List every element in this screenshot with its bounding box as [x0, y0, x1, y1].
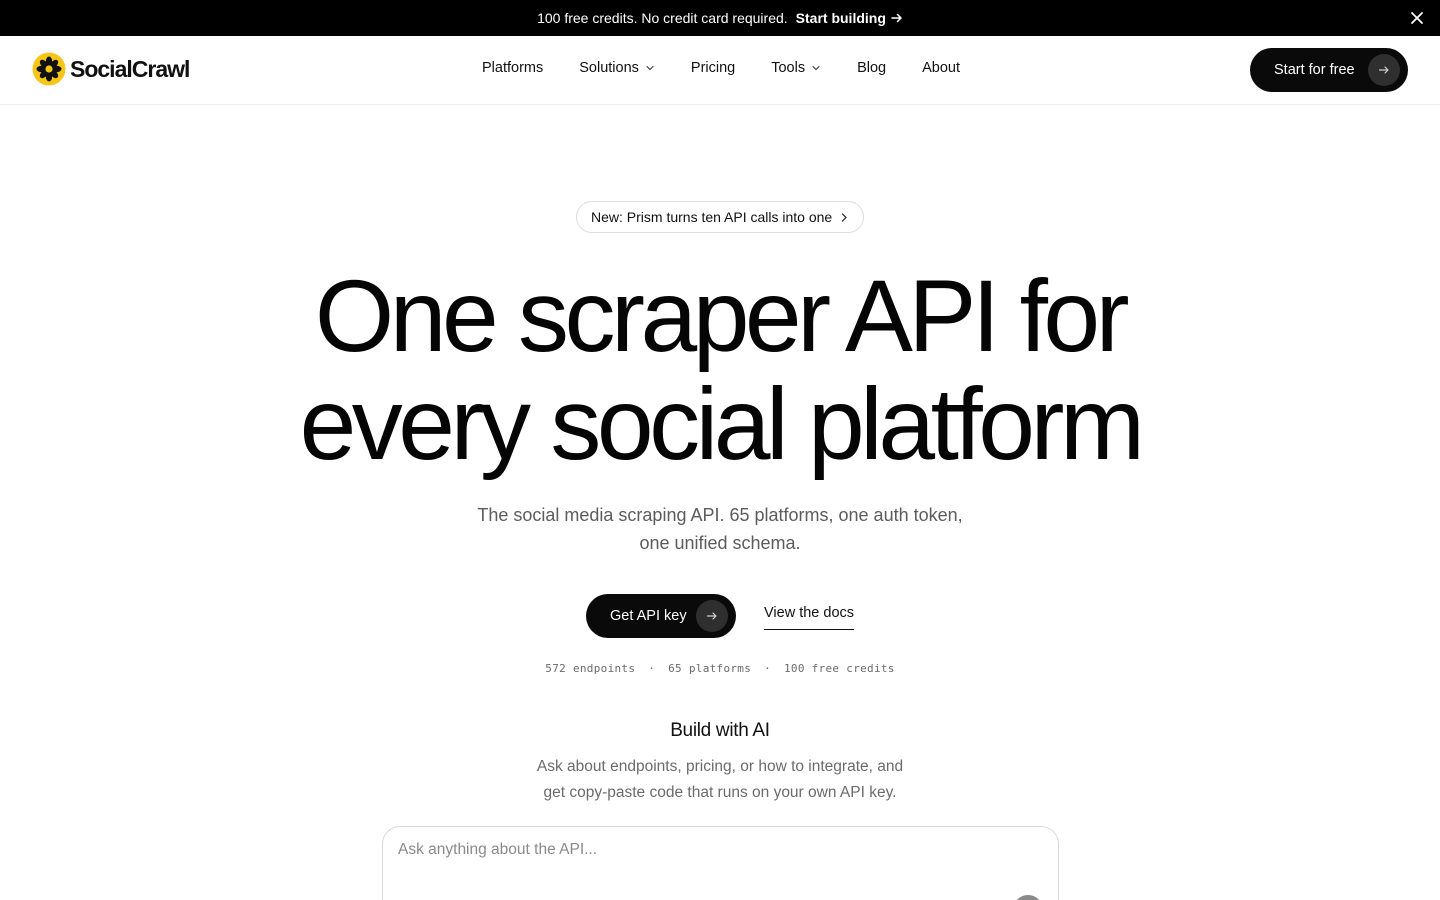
announcement-message: 100 free credits. No credit card require… — [537, 10, 788, 26]
arrow-right-icon — [696, 600, 728, 632]
chevron-right-icon — [841, 213, 847, 222]
nav-item-label: Tools — [771, 60, 806, 76]
hero-headline: One scraper API for every social platfor… — [0, 262, 1440, 478]
announcement-pill[interactable]: New: Prism turns ten API calls into one — [576, 201, 864, 233]
stats-line: 572 endpoints · 65 platforms · 100 free … — [0, 662, 1440, 675]
nav-item-label: Pricing — [690, 60, 736, 76]
get-api-key-label: Get API key — [610, 608, 687, 624]
nav-item-solutions[interactable]: Solutions — [579, 60, 655, 76]
start-for-free-button[interactable]: Start for free — [1250, 48, 1408, 92]
build-subtitle-line-2: get copy-paste code that runs on your ow… — [543, 784, 897, 801]
headline-line-1: One scraper API for — [314, 259, 1130, 373]
close-icon[interactable] — [1408, 9, 1426, 27]
headline-line-2: every social platform — [299, 367, 1145, 481]
nav-item-tools[interactable]: Tools — [771, 60, 821, 76]
chevron-down-icon — [646, 65, 654, 71]
stat-credits: 100 free credits — [783, 662, 895, 675]
nav-item-label: Solutions — [579, 60, 639, 76]
nav-menu: Platforms Solutions Pricing Tools Blog A… — [482, 60, 960, 76]
nav-item-about[interactable]: About — [922, 60, 960, 76]
get-api-key-button[interactable]: Get API key — [586, 594, 736, 638]
view-docs-link[interactable]: View the docs — [764, 605, 855, 630]
main-nav: SocialCrawl Platforms Solutions Pricing … — [0, 36, 1440, 105]
nav-item-label: About — [922, 60, 961, 76]
start-building-label: Start building — [795, 10, 886, 26]
nav-item-platforms[interactable]: Platforms — [482, 60, 543, 76]
arrow-right-icon — [1368, 54, 1400, 86]
build-subtitle-line-1: Ask about endpoints, pricing, or how to … — [536, 758, 904, 775]
chevron-down-icon — [812, 65, 820, 71]
pill-label: New: Prism turns ten API calls into one — [591, 209, 833, 225]
arrow-right-icon — [891, 13, 902, 23]
build-with-ai-subtitle: Ask about endpoints, pricing, or how to … — [500, 754, 940, 806]
stat-endpoints: 572 endpoints — [545, 662, 636, 675]
start-building-link[interactable]: Start building — [796, 10, 903, 26]
subtitle-line-2: one unified schema. — [639, 533, 801, 553]
announcement-bar: 100 free credits. No credit card require… — [0, 0, 1440, 36]
build-with-ai-title: Build with AI — [670, 720, 770, 741]
start-for-free-label: Start for free — [1274, 62, 1355, 78]
nav-item-pricing[interactable]: Pricing — [691, 60, 735, 76]
stat-separator: · — [648, 662, 656, 675]
brand-logo-link[interactable]: SocialCrawl — [32, 52, 190, 86]
brand-name: SocialCrawl — [70, 55, 190, 82]
subtitle-line-1: The social media scraping API. 65 platfo… — [477, 505, 963, 525]
nav-item-label: Blog — [857, 60, 887, 76]
flower-logo-icon — [32, 52, 66, 86]
nav-item-label: Platforms — [482, 60, 544, 76]
ask-ai-input[interactable] — [398, 841, 998, 859]
stat-separator: · — [764, 662, 772, 675]
nav-item-blog[interactable]: Blog — [857, 60, 886, 76]
ask-ai-box — [382, 826, 1059, 900]
hero-subtitle: The social media scraping API. 65 platfo… — [420, 501, 1020, 557]
send-icon[interactable] — [1013, 895, 1043, 900]
stat-platforms: 65 platforms — [668, 662, 752, 675]
